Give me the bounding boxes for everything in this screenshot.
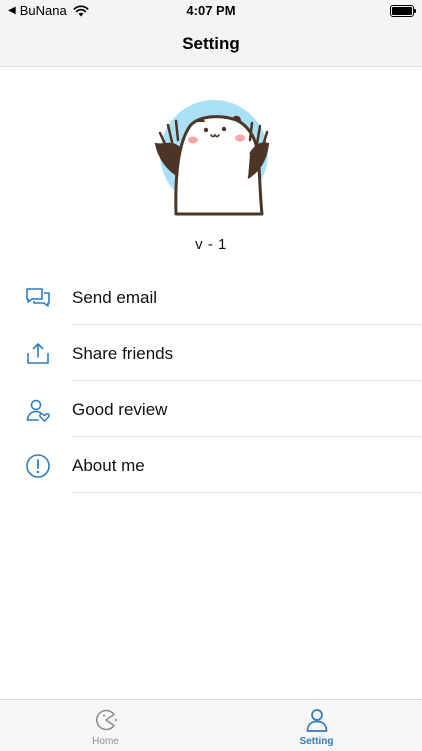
tab-home[interactable]: Home: [0, 700, 211, 751]
user-heart-icon: [26, 399, 50, 422]
divider: [72, 492, 422, 493]
chat-bubbles-icon: [26, 288, 50, 307]
app-version: v - 1: [195, 236, 227, 253]
menu-item-label: Share friends: [72, 344, 174, 363]
info-icon: [26, 454, 50, 478]
menu-item-about-me[interactable]: About me: [0, 437, 422, 493]
settings-menu: Send email Share friends Good review Abo…: [0, 269, 422, 493]
battery-icon: [390, 5, 416, 17]
menu-item-share-friends[interactable]: Share friends: [0, 325, 422, 381]
menu-item-good-review[interactable]: Good review: [0, 381, 422, 437]
menu-item-label: Send email: [72, 288, 158, 307]
status-bar: ◀ BuNana 4:07 PM: [0, 0, 422, 22]
share-icon: [27, 343, 49, 364]
status-time: 4:07 PM: [186, 3, 236, 18]
tab-bar: Home Setting: [0, 699, 422, 751]
navigation-bar: Setting: [0, 22, 422, 67]
menu-item-send-email[interactable]: Send email: [0, 269, 422, 325]
person-icon: [306, 709, 327, 732]
avatar: [150, 98, 274, 216]
menu-item-label: About me: [72, 456, 145, 475]
bear-waving-illustration: [154, 100, 270, 216]
tab-setting[interactable]: Setting: [211, 700, 422, 751]
menu-item-label: Good review: [72, 400, 168, 419]
tab-label: Home: [92, 736, 119, 747]
tab-label: Setting: [299, 736, 334, 747]
pacman-icon: [95, 709, 117, 731]
page-title: Setting: [182, 34, 240, 53]
